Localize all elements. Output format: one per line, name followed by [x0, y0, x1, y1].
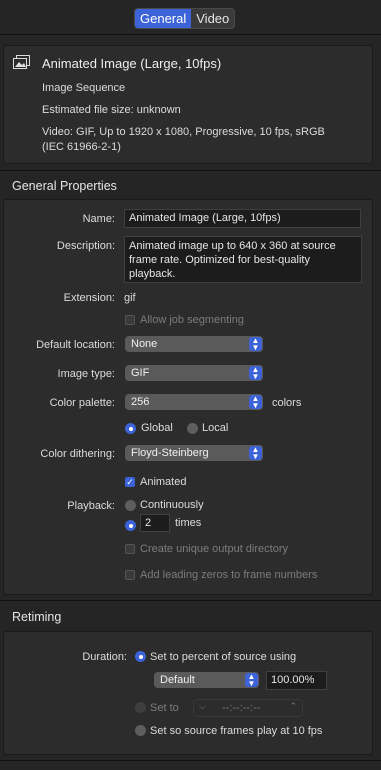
- color-dithering-popup[interactable]: Floyd-Steinberg ▲ ▼: [125, 445, 263, 461]
- color-palette-label: Color palette:: [49, 397, 115, 409]
- continuously-radio[interactable]: [125, 500, 136, 511]
- times-label: times: [175, 517, 202, 529]
- image-type-label: Image type:: [57, 368, 115, 380]
- times-radio[interactable]: [125, 520, 136, 531]
- local-radio[interactable]: [187, 423, 198, 434]
- chevron-up-icon: ⌃: [289, 701, 297, 711]
- retiming-mode-popup[interactable]: Default ▲ ▼: [154, 672, 259, 688]
- tab-bar: General Video: [134, 8, 236, 29]
- general-properties-header: General Properties: [12, 179, 117, 193]
- timecode-field[interactable]: ⌵ --:--:--:-- ⌃: [193, 699, 303, 717]
- local-label: Local: [202, 422, 229, 434]
- color-palette-popup[interactable]: 256 ▲ ▼: [125, 394, 263, 410]
- divider: [0, 34, 381, 35]
- global-radio[interactable]: [125, 423, 136, 434]
- tab-video[interactable]: Video: [191, 9, 234, 28]
- tab-general[interactable]: General: [135, 9, 192, 28]
- color-palette-value: 256: [131, 396, 150, 408]
- divider: [0, 170, 381, 171]
- description-label: Description:: [56, 240, 115, 252]
- playback-label: Playback:: [67, 500, 115, 512]
- animated-checkbox[interactable]: ✓: [125, 477, 135, 487]
- extension-value: gif: [124, 292, 136, 304]
- set-to-label: Set to: [150, 702, 179, 714]
- global-label: Global: [141, 422, 173, 434]
- allow-segmenting-checkbox[interactable]: [125, 315, 135, 325]
- set-to-radio[interactable]: [135, 702, 146, 713]
- divider: [0, 760, 381, 761]
- image-type-value: GIF: [131, 367, 150, 379]
- set-percent-radio[interactable]: [135, 651, 146, 662]
- retiming-header: Retiming: [12, 610, 62, 624]
- set-percent-label: Set to percent of source using: [150, 651, 297, 663]
- preset-title: Animated Image (Large, 10fps): [42, 56, 222, 71]
- color-dithering-label: Color dithering:: [40, 448, 115, 460]
- preset-type: Image Sequence: [42, 82, 126, 94]
- leading-zeros-label: Add leading zeros to frame numbers: [140, 569, 318, 581]
- chevron-updown-icon: ▲ ▼: [245, 673, 258, 688]
- chevron-updown-icon: ▲ ▼: [249, 446, 262, 461]
- chevron-updown-icon: ▲ ▼: [249, 337, 262, 352]
- chevron-updown-icon: ▲ ▼: [249, 366, 262, 381]
- unique-directory-label: Create unique output directory: [140, 543, 288, 555]
- animated-label: Animated: [140, 476, 187, 488]
- video-summary: Video: GIF, Up to 1920 x 1080, Progressi…: [42, 126, 325, 138]
- retiming-mode-value: Default: [160, 674, 195, 686]
- image-type-popup[interactable]: GIF ▲ ▼: [125, 365, 263, 381]
- leading-zeros-checkbox[interactable]: [125, 570, 135, 580]
- default-location-label: Default location:: [36, 339, 115, 351]
- description-field[interactable]: Animated image up to 640 x 360 at source…: [124, 236, 362, 283]
- name-field[interactable]: Animated Image (Large, 10fps): [124, 209, 361, 228]
- color-dithering-value: Floyd-Steinberg: [131, 447, 209, 459]
- timecode-value: --:--:--:--: [222, 702, 261, 714]
- chevron-updown-icon: ▲ ▼: [249, 395, 262, 410]
- video-summary-2: (IEC 61966-2-1): [42, 141, 121, 153]
- divider: [0, 600, 381, 601]
- image-sequence-icon: [13, 55, 30, 73]
- file-size: Estimated file size: unknown: [42, 104, 181, 116]
- percent-field[interactable]: 100.00%: [266, 671, 327, 690]
- times-field[interactable]: 2: [140, 514, 170, 532]
- colors-unit: colors: [272, 397, 302, 409]
- set-source-radio[interactable]: [135, 725, 146, 736]
- name-label: Name:: [82, 213, 115, 225]
- chevron-down-icon: ⌵: [199, 701, 206, 711]
- unique-directory-checkbox[interactable]: [125, 544, 135, 554]
- default-location-popup[interactable]: None ▲ ▼: [125, 336, 263, 352]
- duration-label: Duration:: [82, 651, 127, 663]
- allow-segmenting-label: Allow job segmenting: [140, 314, 244, 326]
- set-source-label: Set so source frames play at 10 fps: [150, 725, 323, 737]
- extension-label: Extension:: [63, 292, 115, 304]
- continuously-label: Continuously: [140, 499, 204, 511]
- default-location-value: None: [131, 338, 158, 350]
